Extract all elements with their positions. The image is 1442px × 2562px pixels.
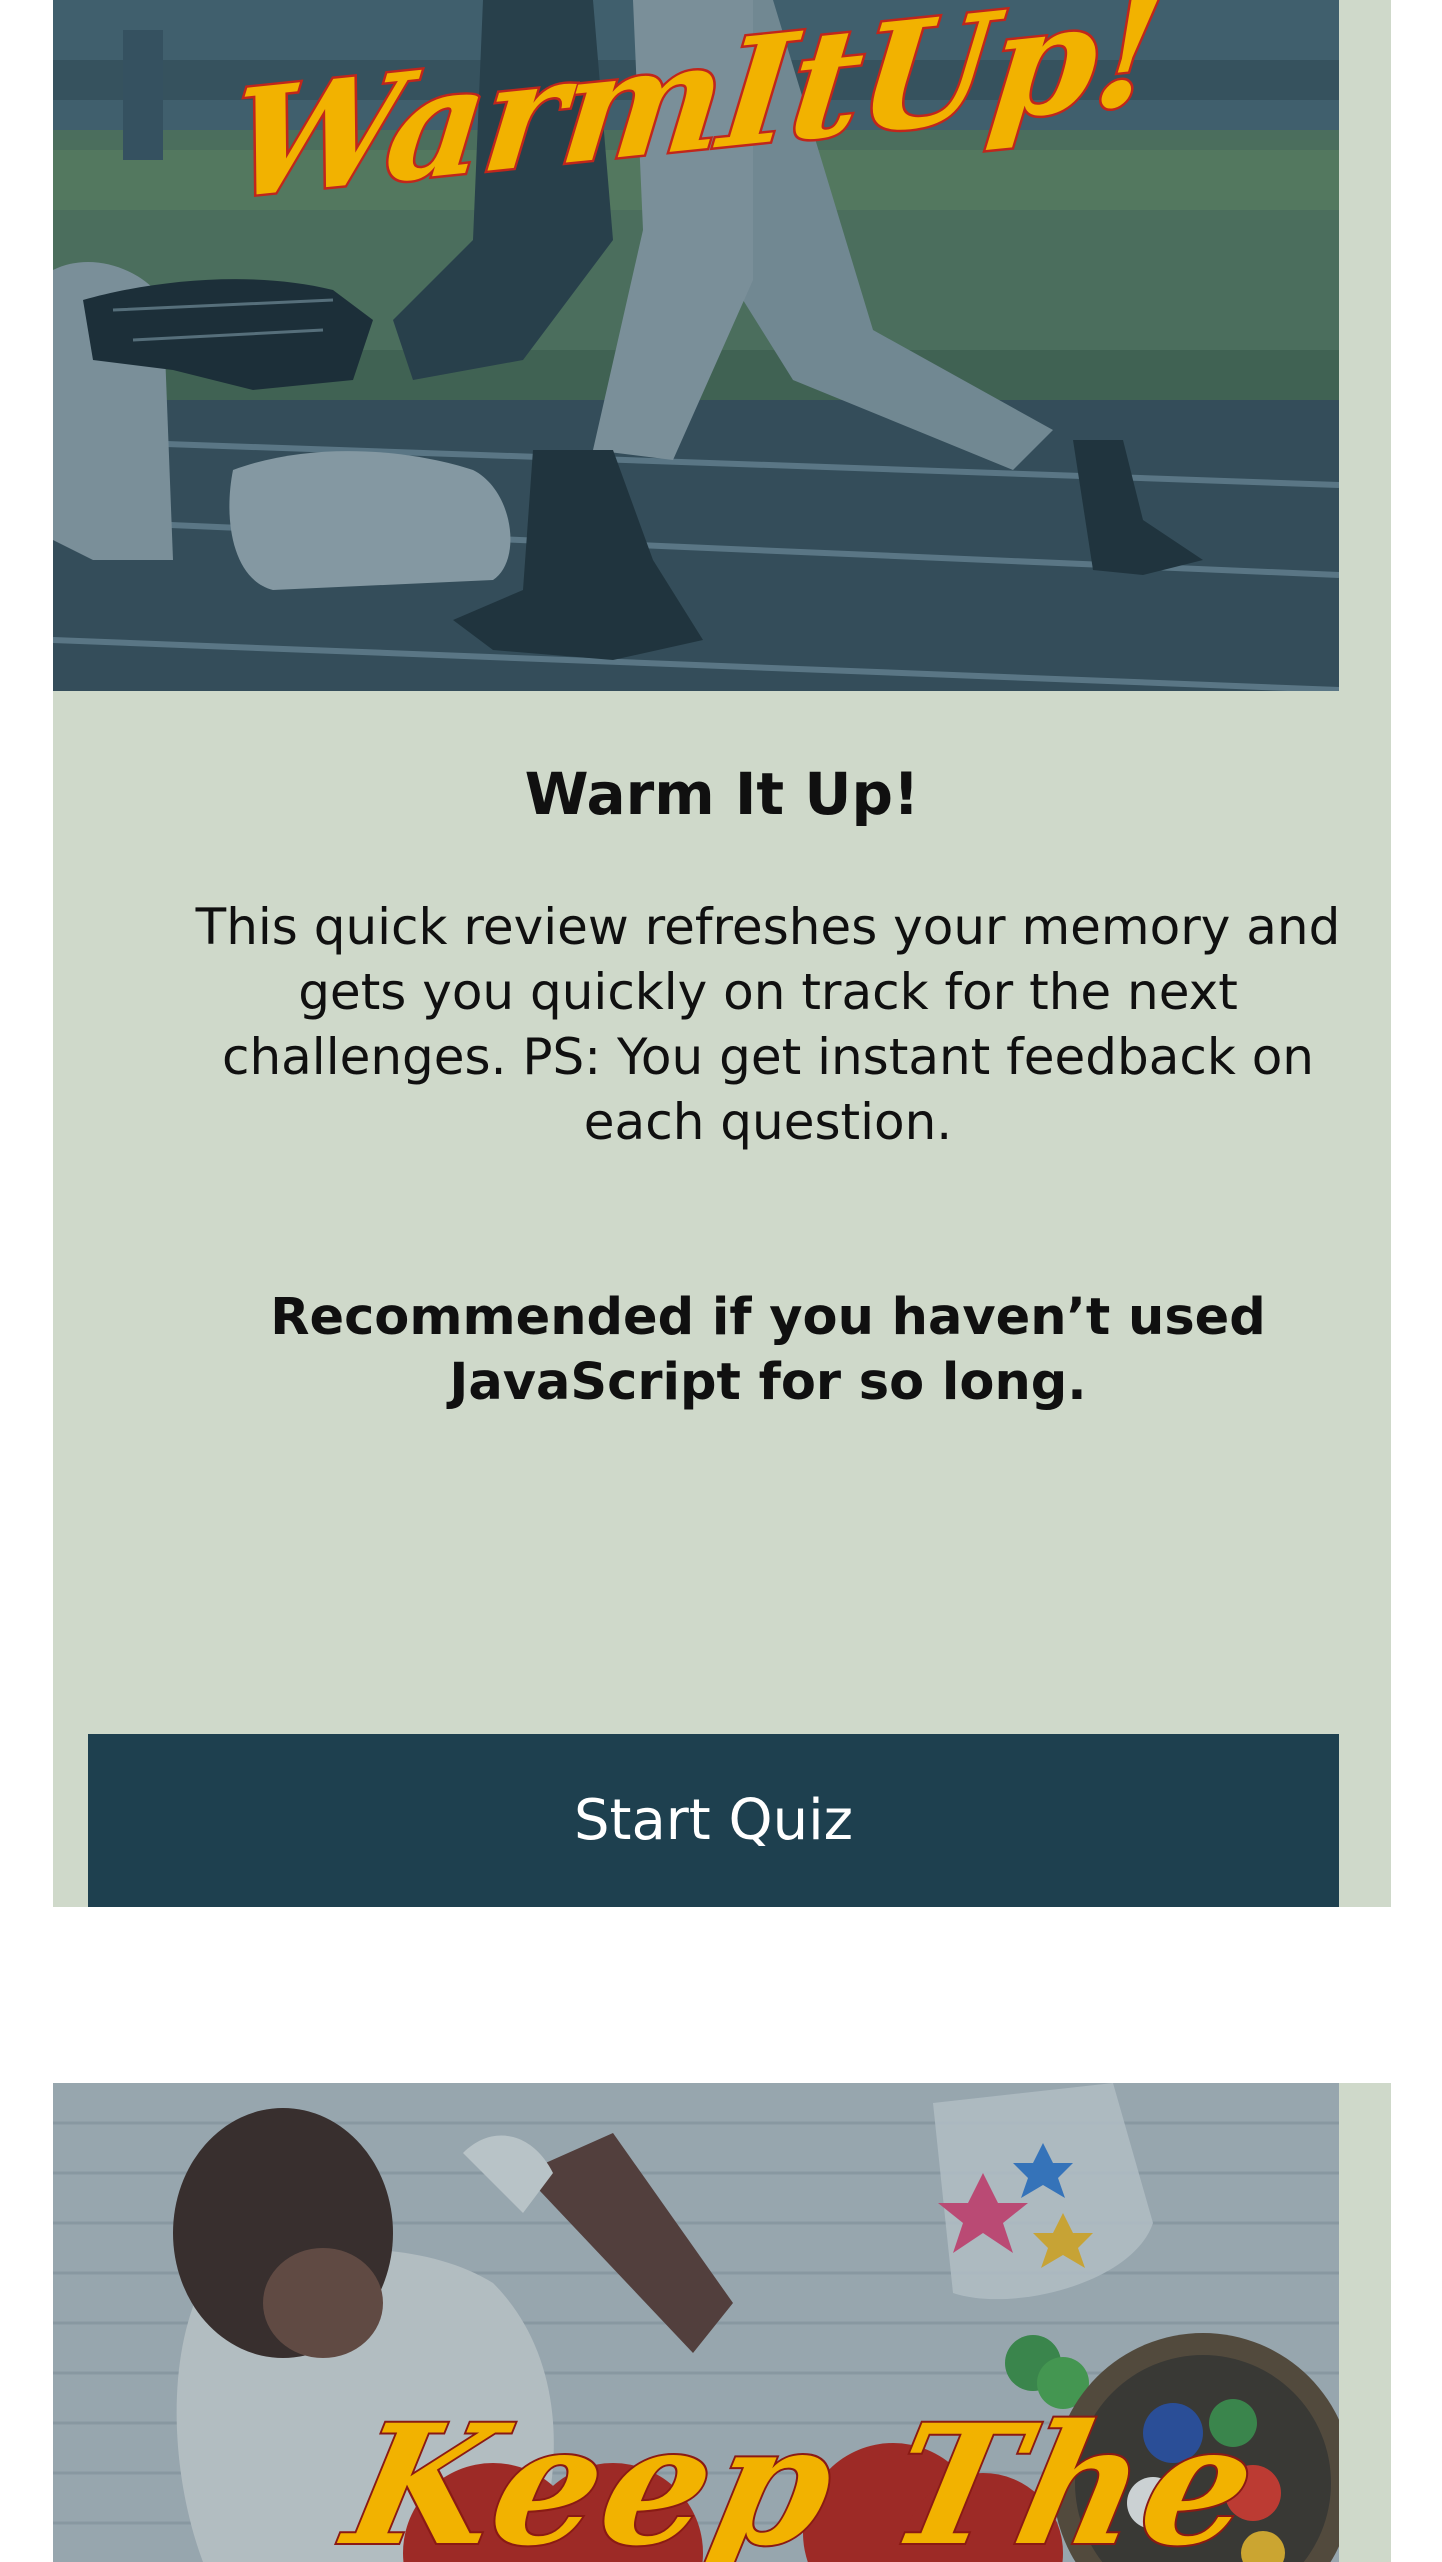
quiz-hero-image: WarmItUp!	[53, 0, 1339, 691]
quiz-card-warm-it-up: WarmItUp! Warm It Up! This quick review …	[53, 0, 1391, 1907]
quiz-list-page: WarmItUp! Warm It Up! This quick review …	[0, 0, 1442, 2562]
start-quiz-button[interactable]: Start Quiz	[88, 1734, 1339, 1907]
quiz-hero-image: Keep The	[53, 2083, 1339, 2562]
quiz-title: Warm It Up!	[524, 760, 920, 828]
quiz-description: This quick review refreshes your memory …	[195, 898, 1341, 1151]
quiz-card-keep-the: Keep The	[53, 2083, 1391, 2562]
quiz-banner-title: Keep The	[330, 2386, 1278, 2562]
quiz-recommendation-note: Recommended if you haven’t used JavaScri…	[270, 1288, 1266, 1412]
